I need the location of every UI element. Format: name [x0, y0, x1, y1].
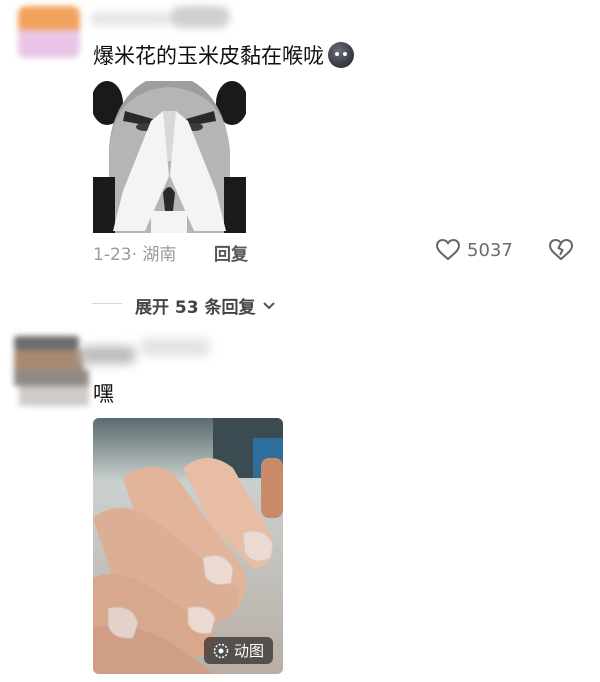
- comment-meta: 1-23· 湖南: [93, 245, 177, 265]
- chevron-down-icon: [262, 301, 275, 309]
- reply-button[interactable]: 回复: [214, 240, 248, 265]
- comment-text-content: 爆米花的玉米皮黏在喉咙: [93, 44, 324, 68]
- like-count: 5037: [467, 239, 513, 261]
- sticker-emoji-icon: [328, 42, 354, 68]
- avatar[interactable]: [18, 6, 80, 58]
- comment-image[interactable]: [93, 81, 246, 233]
- comment-location: 湖南: [142, 245, 177, 265]
- hands-photo-image: [93, 418, 283, 674]
- expand-replies-button[interactable]: 展开 53 条回复: [135, 293, 276, 318]
- divider-line: [92, 303, 122, 304]
- heart-icon: [435, 238, 461, 261]
- gif-play-icon: [213, 643, 229, 658]
- meme-face-image: [93, 81, 246, 233]
- username-blurred[interactable]: [80, 338, 230, 378]
- broken-heart-icon: [548, 238, 574, 261]
- like-button[interactable]: 5037: [435, 238, 513, 262]
- comment-text: 嘿: [93, 382, 114, 406]
- expand-replies-label: 展开 53 条回复: [135, 298, 256, 318]
- comment-text: 爆米花的玉米皮黏在喉咙: [93, 42, 354, 70]
- comment-date: 1-23: [93, 245, 132, 265]
- gif-label: 动图: [233, 642, 264, 660]
- dislike-button[interactable]: [548, 238, 574, 266]
- comment-gif-image[interactable]: 动图: [93, 418, 283, 674]
- username-blurred[interactable]: [90, 6, 240, 34]
- gif-badge: 动图: [203, 637, 273, 664]
